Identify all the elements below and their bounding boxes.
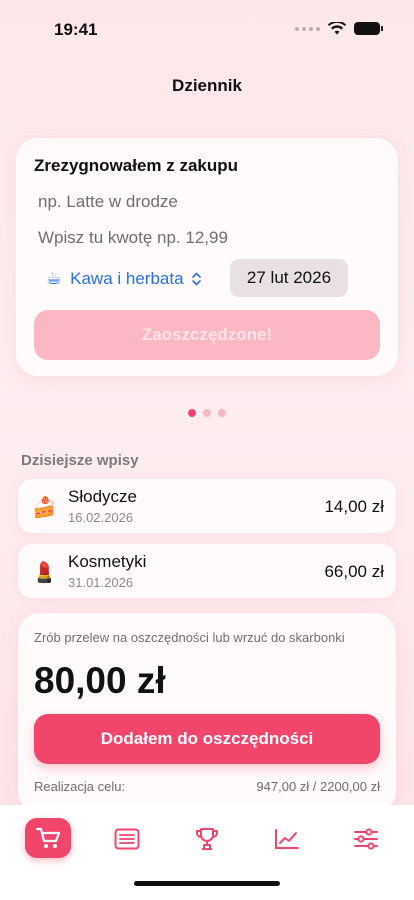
tab-statistics[interactable] xyxy=(264,819,310,859)
chevron-up-down-icon xyxy=(191,272,201,286)
summary-total: 80,00 zł xyxy=(34,660,166,701)
item-name-input[interactable]: np. Latte w drodze xyxy=(38,192,178,212)
entry-name: Słodycze xyxy=(68,487,137,506)
page-indicator[interactable] xyxy=(0,409,414,417)
goal-label: Realizacja celu: xyxy=(34,779,126,794)
added-to-savings-button[interactable]: Dodałem do oszczędności xyxy=(34,714,380,764)
trophy-icon xyxy=(196,828,218,850)
section-heading: Dzisiejsze wpisy xyxy=(21,452,139,469)
form-heading: Zrezygnowałem z zakupu xyxy=(34,156,239,175)
entry-form-card: Zrezygnowałem z zakupu np. Latte w drodz… xyxy=(16,138,398,376)
date-picker[interactable]: 27 lut 2026 xyxy=(230,259,348,297)
tab-history[interactable] xyxy=(104,819,150,859)
coffee-cup-icon: ☕ xyxy=(46,268,63,288)
lipstick-icon: 💄 xyxy=(32,562,57,584)
entry-date: 16.02.2026 xyxy=(68,510,134,525)
page-dot-1[interactable] xyxy=(188,409,196,417)
summary-hint: Zrób przelew na oszczędności lub wrzuć d… xyxy=(34,630,345,645)
list-icon xyxy=(114,828,140,850)
save-button[interactable]: Zaoszczędzone! xyxy=(34,310,380,360)
tab-goals[interactable] xyxy=(184,819,230,859)
tab-settings[interactable] xyxy=(343,819,389,859)
page-title: Dziennik xyxy=(172,76,242,95)
home-indicator[interactable] xyxy=(134,881,280,886)
savings-summary-card: Zrób przelew na oszczędności lub wrzuć d… xyxy=(18,613,396,813)
sliders-icon xyxy=(354,828,378,850)
battery-icon xyxy=(354,22,383,35)
wifi-icon xyxy=(328,22,346,35)
tab-journal[interactable] xyxy=(25,818,71,858)
entry-name: Kosmetyki xyxy=(68,552,147,571)
page-dot-3[interactable] xyxy=(218,409,226,417)
goal-value: 947,00 zł / 2200,00 zł xyxy=(256,779,380,794)
cake-icon: 🍰 xyxy=(32,497,57,519)
amount-input[interactable]: Wpisz tu kwotę np. 12,99 xyxy=(38,228,228,248)
category-picker[interactable]: ☕ Kawa i herbata xyxy=(46,268,201,289)
category-label: Kawa i herbata xyxy=(70,268,184,288)
chart-icon xyxy=(275,829,299,849)
cart-icon xyxy=(35,827,61,848)
entry-amount: 66,00 zł xyxy=(324,562,384,581)
status-bar: 19:41 xyxy=(0,0,414,60)
signal-icon xyxy=(295,26,320,31)
list-item[interactable]: 💄 Kosmetyki 31.01.2026 66,00 zł xyxy=(18,544,396,598)
entry-date: 31.01.2026 xyxy=(68,575,134,590)
status-time: 19:41 xyxy=(54,20,98,39)
page-dot-2[interactable] xyxy=(203,409,211,417)
status-icons xyxy=(295,22,383,35)
entry-amount: 14,00 zł xyxy=(324,497,384,516)
list-item[interactable]: 🍰 Słodycze 16.02.2026 14,00 zł xyxy=(18,479,396,533)
